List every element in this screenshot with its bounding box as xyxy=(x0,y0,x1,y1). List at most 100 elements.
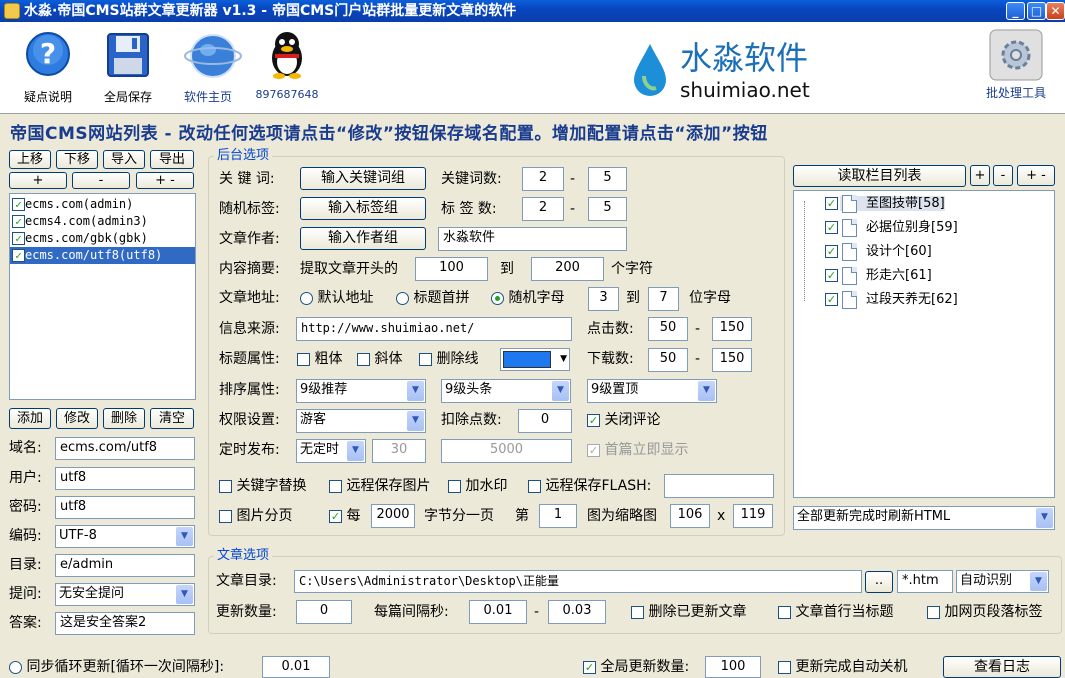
checkbox-checked[interactable]: ✓ xyxy=(587,413,600,427)
checkbox-checked[interactable]: ✓ xyxy=(825,293,838,306)
expand-plus-button[interactable]: + xyxy=(970,165,990,186)
thumb-index-input[interactable]: 1 xyxy=(539,504,577,528)
pin-top-select[interactable]: 9级置顶 ▼ xyxy=(587,379,717,403)
tree-item[interactable]: ✓ 设计个[60] xyxy=(794,240,1054,264)
strike-option[interactable]: 删除线 xyxy=(419,349,478,369)
schedule-a-input[interactable]: 30 xyxy=(372,439,426,463)
url-default-option[interactable]: 默认地址 xyxy=(300,288,373,308)
chevron-down-icon[interactable]: ▼ xyxy=(698,381,715,401)
question-select[interactable]: 无安全提问 ▼ xyxy=(55,583,195,606)
import-button[interactable]: 导入 xyxy=(103,150,145,169)
collapse-minus-button[interactable]: - xyxy=(993,165,1013,186)
modify-site-button[interactable]: 修改 xyxy=(56,408,98,429)
title-color-picker[interactable]: ▼ xyxy=(500,348,570,371)
keyword-max-input[interactable]: 5 xyxy=(588,167,627,191)
radio-button[interactable] xyxy=(396,291,409,305)
browse-button[interactable]: .. xyxy=(865,571,893,593)
checkbox[interactable] xyxy=(219,509,232,523)
tree-item[interactable]: ✓ 过段天养无[62] xyxy=(794,288,1054,312)
answer-input[interactable]: 这是安全答案2 xyxy=(55,612,195,635)
tag-max-input[interactable]: 5 xyxy=(588,197,627,221)
checkbox-checked[interactable]: ✓ xyxy=(583,660,596,674)
remote-flash-option[interactable]: 远程保存FLASH: xyxy=(528,476,651,496)
site-item-selected[interactable]: ✓ ecms.com/utf8(utf8) xyxy=(10,247,195,264)
checkbox-checked[interactable]: ✓ xyxy=(12,198,25,211)
italic-option[interactable]: 斜体 xyxy=(357,349,402,369)
update-count-input[interactable]: 0 xyxy=(296,600,352,624)
toggle-plusminus-button[interactable]: + - xyxy=(1017,165,1055,186)
toggle-plusminus-button[interactable]: + - xyxy=(136,172,194,189)
chevron-down-icon[interactable]: ▼ xyxy=(407,381,424,401)
save-all-button[interactable]: 全局保存 xyxy=(93,28,163,105)
first-line-title-option[interactable]: 文章首行当标题 xyxy=(778,602,893,622)
checkbox[interactable] xyxy=(448,479,461,493)
global-count-input[interactable]: 100 xyxy=(705,656,761,678)
article-encoding-select[interactable]: 自动识别 ▼ xyxy=(956,570,1049,593)
keyword-replace-option[interactable]: 关键字替换 xyxy=(219,476,306,496)
domain-input[interactable]: ecms.com/utf8 xyxy=(55,437,195,460)
site-item[interactable]: ✓ ecms.com/gbk(gbk) xyxy=(10,230,195,247)
checkbox-checked[interactable]: ✓ xyxy=(825,221,838,234)
sync-interval-input[interactable]: 0.01 xyxy=(262,656,330,678)
interval-min-input[interactable]: 0.01 xyxy=(469,600,527,624)
schedule-b-input[interactable]: 5000 xyxy=(441,439,572,463)
summary-to-input[interactable]: 200 xyxy=(531,257,604,281)
auto-shutdown-option[interactable]: 更新完成自动关机 xyxy=(778,657,907,677)
radio-button[interactable] xyxy=(9,660,22,674)
input-tags-button[interactable]: 输入标签组 xyxy=(300,197,426,220)
maximize-button[interactable]: □ xyxy=(1027,2,1046,20)
expand-plus-button[interactable]: + xyxy=(9,172,67,189)
chevron-down-icon[interactable]: ▼ xyxy=(347,441,364,461)
sync-loop-option[interactable]: 同步循环更新[循环一次间隔秒]: xyxy=(9,657,224,677)
article-dir-input[interactable]: C:\Users\Administrator\Desktop\正能量 xyxy=(294,570,862,593)
radio-button[interactable] xyxy=(300,291,313,305)
bytes-per-page-input[interactable]: 2000 xyxy=(371,504,415,528)
checkbox[interactable] xyxy=(219,479,232,493)
checkbox-checked[interactable]: ✓ xyxy=(825,269,838,282)
checkbox[interactable] xyxy=(419,352,432,366)
close-comment-option[interactable]: ✓ 关闭评论 xyxy=(587,410,660,430)
delete-updated-option[interactable]: 删除已更新文章 xyxy=(631,602,746,622)
site-list[interactable]: ✓ ecms.com(admin) ✓ ecms4.com(admin3) ✓ ecm… xyxy=(9,193,196,400)
url-from-input[interactable]: 3 xyxy=(588,287,619,311)
watermark-option[interactable]: 加水印 xyxy=(448,476,507,496)
chevron-down-icon[interactable]: ▼ xyxy=(176,527,193,546)
file-ext-input[interactable]: *.htm xyxy=(897,570,953,593)
author-input[interactable]: 水淼软件 xyxy=(438,227,627,251)
move-up-button[interactable]: 上移 xyxy=(9,150,51,169)
image-paginate-option[interactable]: 图片分页 xyxy=(219,506,292,526)
homepage-button[interactable]: 软件主页 xyxy=(173,28,243,105)
headline-select[interactable]: 9级头条 ▼ xyxy=(441,379,571,403)
close-button[interactable]: ✕ xyxy=(1046,2,1065,20)
export-button[interactable]: 导出 xyxy=(150,150,194,169)
interval-max-input[interactable]: 0.03 xyxy=(548,600,606,624)
checkbox[interactable] xyxy=(528,479,541,493)
checkbox[interactable] xyxy=(927,605,940,619)
url-to-input[interactable]: 7 xyxy=(648,287,679,311)
schedule-select[interactable]: 无定时 ▼ xyxy=(296,439,366,463)
hits-max-input[interactable]: 150 xyxy=(712,317,752,341)
batch-tool-button[interactable]: 批处理工具 xyxy=(980,28,1052,101)
checkbox-checked-disabled[interactable]: ✓ xyxy=(587,443,600,457)
checkbox-checked[interactable]: ✓ xyxy=(825,197,838,210)
thumb-width-input[interactable]: 106 xyxy=(670,504,710,528)
directory-input[interactable]: e/admin xyxy=(55,554,195,577)
remote-image-option[interactable]: 远程保存图片 xyxy=(329,476,430,496)
checkbox[interactable] xyxy=(297,352,310,366)
keyword-min-input[interactable]: 2 xyxy=(522,167,564,191)
global-count-option[interactable]: ✓ 全局更新数量: xyxy=(583,657,689,677)
checkbox-checked[interactable]: ✓ xyxy=(12,232,25,245)
help-button[interactable]: ? 疑点说明 xyxy=(13,28,83,105)
downloads-min-input[interactable]: 50 xyxy=(648,348,688,372)
checkbox-checked[interactable]: ✓ xyxy=(825,245,838,258)
checkbox[interactable] xyxy=(357,352,370,366)
refresh-mode-select[interactable]: 全部更新完成时刷新HTML ▼ xyxy=(793,506,1055,530)
add-paragraph-tag-option[interactable]: 加网页段落标签 xyxy=(927,602,1042,622)
input-keywords-button[interactable]: 输入关键词组 xyxy=(300,167,426,190)
recommend-select[interactable]: 9级推荐 ▼ xyxy=(296,379,426,403)
read-columns-button[interactable]: 读取栏目列表 xyxy=(793,165,966,187)
checkbox-checked[interactable]: ✓ xyxy=(329,509,342,523)
checkbox[interactable] xyxy=(778,605,791,619)
checkbox[interactable] xyxy=(631,605,644,619)
site-item[interactable]: ✓ ecms4.com(admin3) xyxy=(10,213,195,230)
